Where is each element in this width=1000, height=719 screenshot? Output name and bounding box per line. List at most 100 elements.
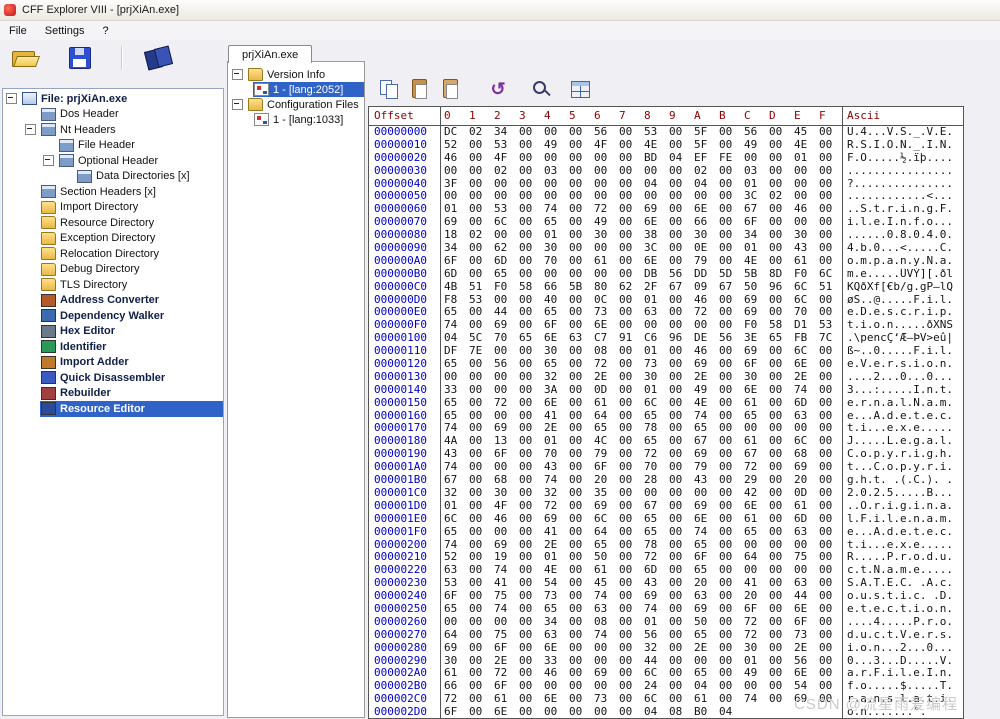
byte-cell[interactable]: 65 <box>494 268 519 281</box>
byte-cell[interactable]: FE <box>719 152 744 165</box>
byte-cell[interactable]: 5C <box>469 332 494 345</box>
byte-cell[interactable]: 00 <box>819 667 842 680</box>
byte-cell[interactable]: 00 <box>519 203 544 216</box>
byte-cell[interactable]: 00 <box>669 500 694 513</box>
byte-cell[interactable]: 6E <box>594 319 619 332</box>
byte-cell[interactable]: 00 <box>644 319 669 332</box>
byte-cell[interactable]: 64 <box>594 526 619 539</box>
byte-cell[interactable]: 00 <box>569 203 594 216</box>
byte-cell[interactable]: 6E <box>744 384 769 397</box>
byte-cell[interactable]: 00 <box>719 629 744 642</box>
byte-cell[interactable]: 00 <box>819 500 842 513</box>
byte-cell[interactable]: 64 <box>594 410 619 423</box>
byte-cell[interactable]: 00 <box>569 345 594 358</box>
row-ascii[interactable]: ß~..0.....F.i.l. <box>842 345 963 358</box>
byte-cell[interactable]: 6F <box>794 616 819 629</box>
byte-cell[interactable]: 63 <box>644 306 669 319</box>
byte-cell[interactable]: 00 <box>769 513 794 526</box>
byte-cell[interactable]: 00 <box>769 603 794 616</box>
byte-cell[interactable]: 00 <box>494 384 519 397</box>
byte-cell[interactable]: 00 <box>619 448 644 461</box>
byte-cell[interactable]: 00 <box>619 152 644 165</box>
byte-cell[interactable]: 00 <box>594 680 619 693</box>
byte-cell[interactable]: 00 <box>719 526 744 539</box>
byte-cell[interactable]: 00 <box>719 577 744 590</box>
byte-cell[interactable]: 69 <box>444 642 469 655</box>
row-ascii[interactable]: ?............... <box>842 178 963 191</box>
byte-cell[interactable]: 53 <box>644 126 669 139</box>
byte-cell[interactable]: 00 <box>744 564 769 577</box>
byte-cell[interactable]: 00 <box>619 190 644 203</box>
byte-cell[interactable]: 74 <box>444 539 469 552</box>
byte-cell[interactable]: 00 <box>719 203 744 216</box>
tree-expander-icon[interactable] <box>6 93 17 104</box>
byte-cell[interactable]: 0C <box>594 294 619 307</box>
byte-cell[interactable]: 00 <box>519 268 544 281</box>
byte-cell[interactable]: 08 <box>594 616 619 629</box>
byte-cell[interactable]: C7 <box>594 332 619 345</box>
byte-cell[interactable]: 00 <box>769 435 794 448</box>
byte-cell[interactable]: 00 <box>719 435 744 448</box>
byte-cell[interactable]: 4F <box>594 139 619 152</box>
byte-cell[interactable]: 00 <box>569 255 594 268</box>
byte-cell[interactable]: 00 <box>519 306 544 319</box>
row-bytes[interactable]: 69006C00650049006E0066006F000000 <box>441 216 842 229</box>
byte-cell[interactable]: 01 <box>744 178 769 191</box>
byte-cell[interactable]: 00 <box>769 629 794 642</box>
byte-cell[interactable]: 00 <box>619 577 644 590</box>
byte-cell[interactable]: 6E <box>694 513 719 526</box>
byte-cell[interactable]: 00 <box>769 564 794 577</box>
byte-cell[interactable]: 00 <box>769 294 794 307</box>
byte-cell[interactable]: 00 <box>569 397 594 410</box>
byte-cell[interactable]: 74 <box>494 603 519 616</box>
byte-cell[interactable]: 61 <box>494 693 519 706</box>
byte-cell[interactable]: 00 <box>519 435 544 448</box>
byte-cell[interactable]: 00 <box>719 397 744 410</box>
byte-cell[interactable]: 69 <box>494 319 519 332</box>
byte-cell[interactable]: 00 <box>569 500 594 513</box>
byte-cell[interactable]: 6F <box>744 603 769 616</box>
sidebar-item-tls-directory[interactable]: TLS Directory <box>3 277 223 293</box>
byte-cell[interactable]: 65 <box>544 216 569 229</box>
byte-cell[interactable]: 00 <box>469 500 494 513</box>
byte-cell[interactable]: 00 <box>619 642 644 655</box>
byte-cell[interactable]: 00 <box>719 551 744 564</box>
byte-cell[interactable]: 00 <box>669 448 694 461</box>
row-ascii[interactable]: ....2...0...0... <box>842 371 963 384</box>
byte-cell[interactable]: 30 <box>694 229 719 242</box>
paste-icon[interactable] <box>409 78 433 100</box>
byte-cell[interactable]: 00 <box>769 178 794 191</box>
byte-cell[interactable]: 00 <box>769 345 794 358</box>
byte-cell[interactable]: 69 <box>494 539 519 552</box>
byte-cell[interactable]: 70 <box>494 332 519 345</box>
row-ascii[interactable]: t...C.o.p.y.r.i. <box>842 461 963 474</box>
sidebar-item-exception-directory[interactable]: Exception Directory <box>3 231 223 247</box>
byte-cell[interactable]: 00 <box>519 126 544 139</box>
byte-cell[interactable]: 00 <box>669 693 694 706</box>
hex-row[interactable]: 000000D0 F853000040000C000100460069006C0… <box>369 294 963 307</box>
byte-cell[interactable]: 78 <box>644 422 669 435</box>
row-bytes[interactable]: 65000000410064006500740065006300 <box>441 526 842 539</box>
byte-cell[interactable]: 3C <box>644 242 669 255</box>
byte-cell[interactable]: 00 <box>794 539 819 552</box>
byte-cell[interactable]: 6D <box>794 513 819 526</box>
byte-cell[interactable]: 67 <box>744 448 769 461</box>
byte-cell[interactable]: 00 <box>469 306 494 319</box>
byte-cell[interactable]: 00 <box>819 358 842 371</box>
byte-cell[interactable]: 00 <box>819 616 842 629</box>
byte-cell[interactable]: 74 <box>694 526 719 539</box>
row-bytes[interactable]: 6500740065006300740069006F006E00 <box>441 603 842 616</box>
byte-cell[interactable]: 00 <box>819 242 842 255</box>
byte-cell[interactable]: 00 <box>769 693 794 706</box>
byte-cell[interactable]: 00 <box>694 190 719 203</box>
byte-cell[interactable]: 2E <box>794 642 819 655</box>
byte-cell[interactable]: 00 <box>619 319 644 332</box>
hex-row[interactable]: 00000110 DF7E0000300008000100460069006C0… <box>369 345 963 358</box>
byte-cell[interactable]: 00 <box>819 216 842 229</box>
byte-cell[interactable]: 04 <box>669 152 694 165</box>
byte-cell[interactable]: 63 <box>794 577 819 590</box>
byte-cell[interactable]: 72 <box>544 500 569 513</box>
byte-cell[interactable]: 00 <box>644 190 669 203</box>
row-ascii[interactable]: S.A.T.E.C. .A.c. <box>842 577 963 590</box>
row-ascii[interactable]: l.F.i.l.e.n.a.m. <box>842 513 963 526</box>
